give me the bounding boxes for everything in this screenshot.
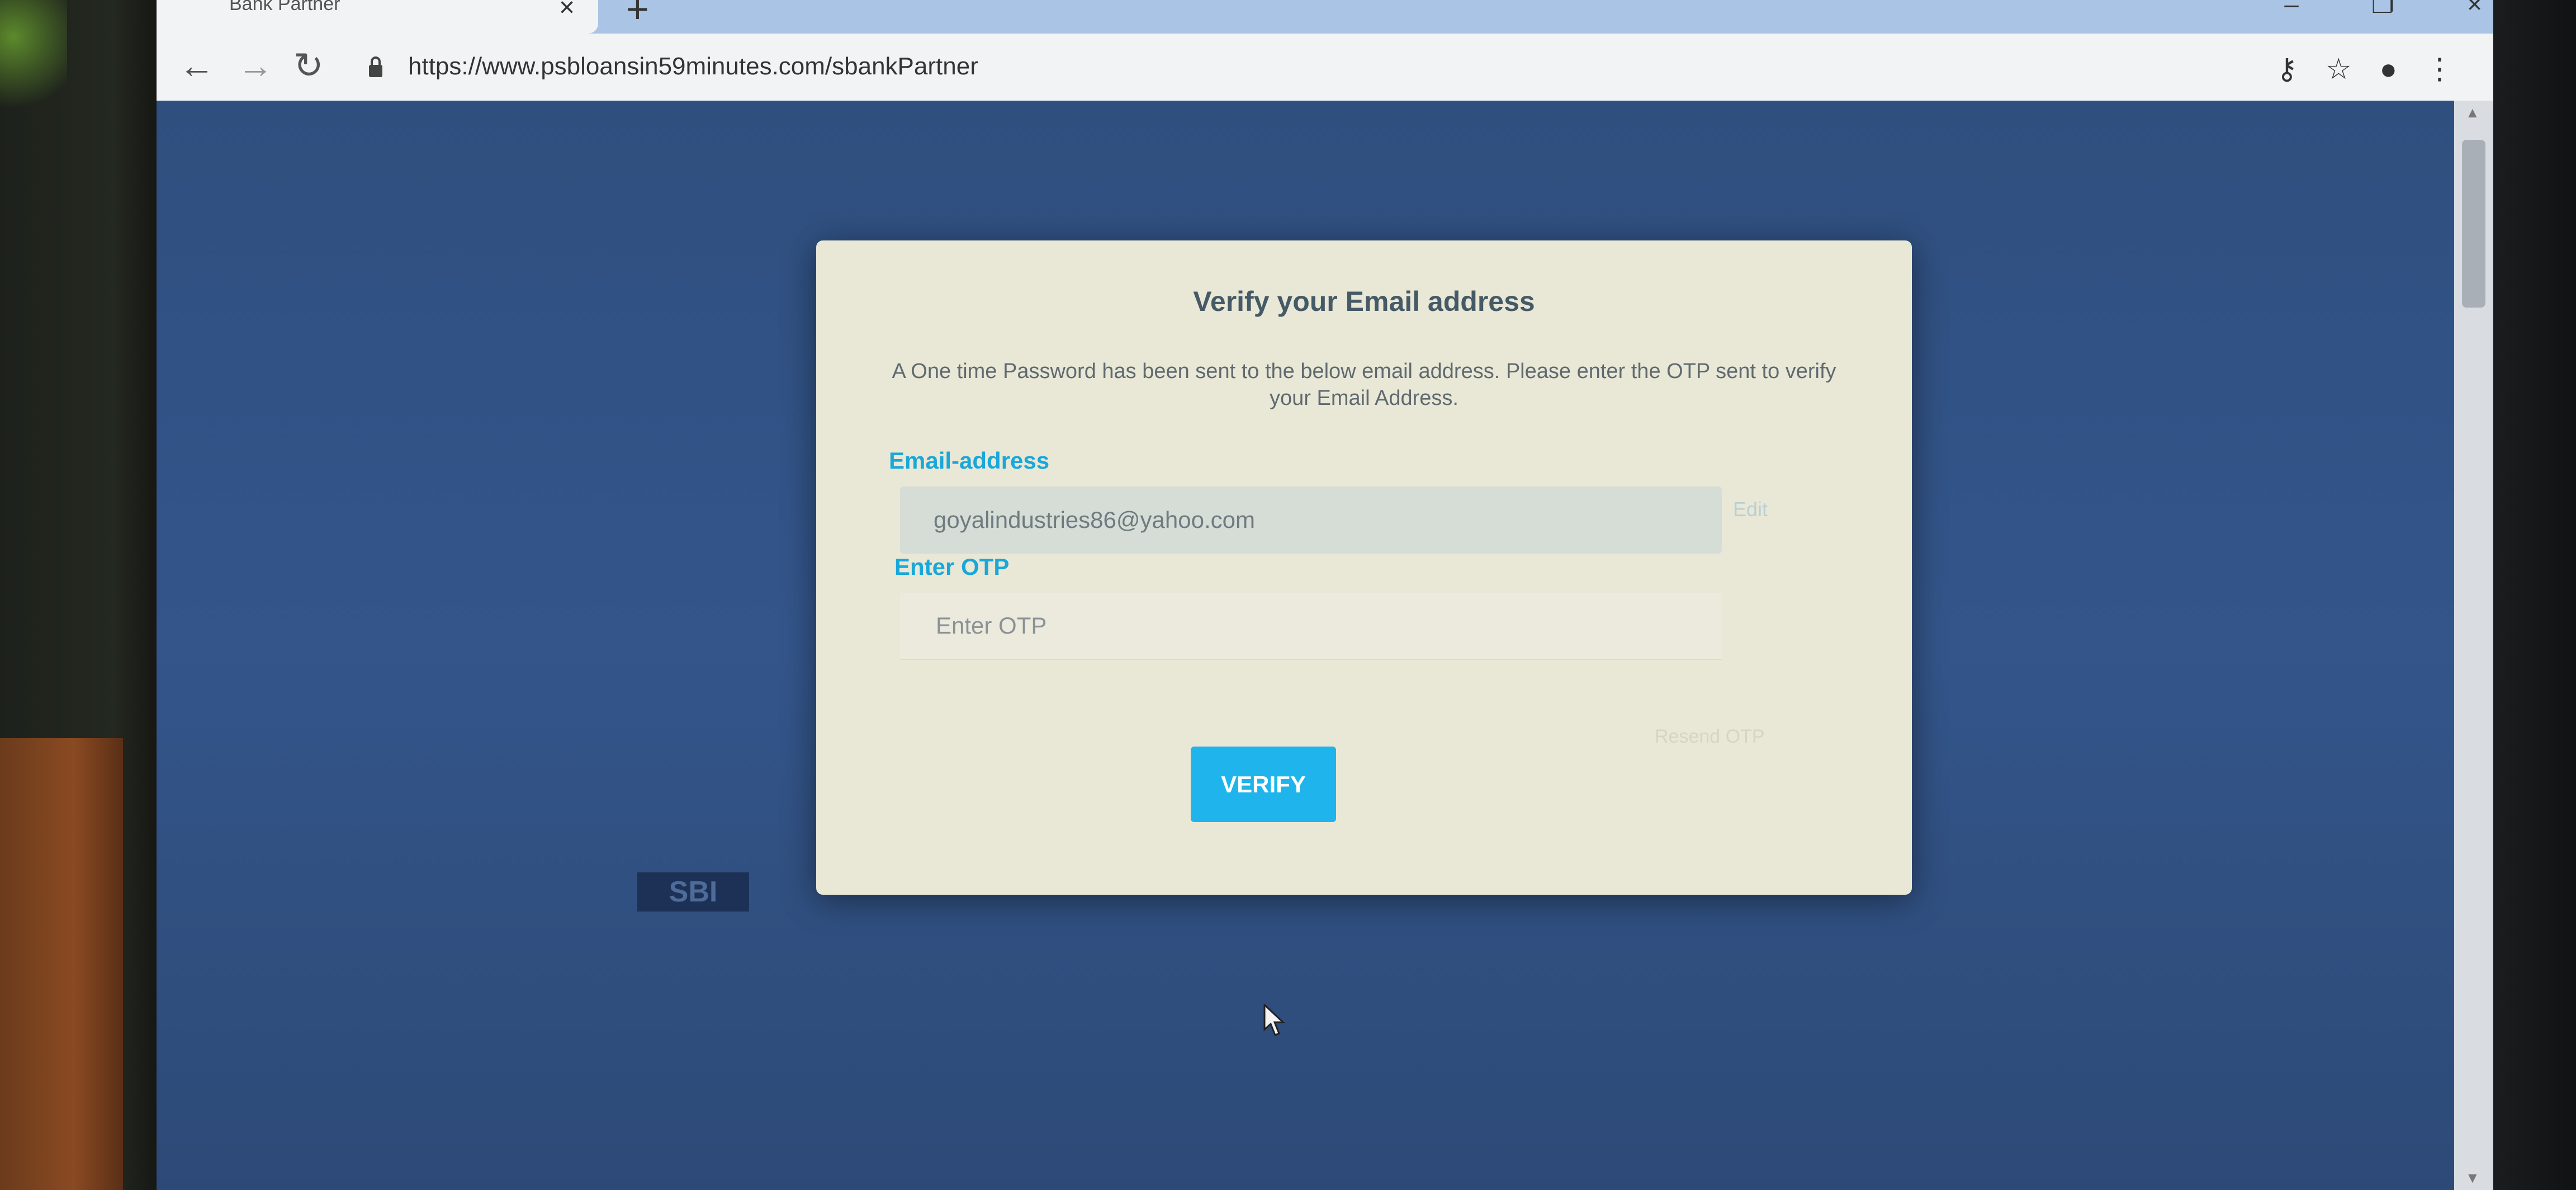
resend-otp-link[interactable]: Resend OTP — [1655, 726, 1765, 748]
verify-button[interactable]: VERIFY — [1191, 747, 1336, 822]
back-arrow-icon[interactable]: ← — [179, 46, 215, 85]
scroll-down-icon[interactable]: ▼ — [2465, 1169, 2480, 1187]
email-field: goyalindustries86@yahoo.com — [900, 487, 1722, 554]
verify-email-modal: Verify your Email address A One time Pas… — [816, 240, 1912, 895]
browser-toolbar: ← → ↻ https://www.psbloansin59minutes.co… — [157, 34, 2493, 102]
browser-tab[interactable]: Bank Partner × — [157, 0, 598, 34]
mouse-cursor-icon — [1263, 1004, 1285, 1036]
address-bar[interactable]: https://www.psbloansin59minutes.com/sban… — [358, 44, 2454, 91]
desk-surface — [0, 738, 123, 1190]
url-text[interactable]: https://www.psbloansin59minutes.com/sban… — [408, 53, 978, 81]
menu-icon[interactable]: ⋮ — [2425, 53, 2454, 86]
tab-strip: Bank Partner × + – ❐ × — [157, 0, 2493, 34]
star-icon[interactable]: ☆ — [2326, 53, 2352, 86]
scroll-thumb[interactable] — [2462, 140, 2485, 308]
lock-icon — [369, 56, 382, 77]
tab-title: Bank Partner — [229, 0, 340, 15]
edit-email-link[interactable]: Edit — [1733, 498, 1768, 521]
forward-arrow-icon[interactable]: → — [238, 46, 273, 85]
email-value: goyalindustries86@yahoo.com — [934, 507, 1255, 533]
background-glow — [0, 0, 67, 123]
modal-title: Verify your Email address — [1193, 286, 1535, 317]
scrollbar[interactable]: ▲ ▼ — [2454, 101, 2493, 1190]
key-icon[interactable]: ⚷ — [2276, 53, 2298, 86]
window-controls: – ❐ × — [2284, 0, 2482, 19]
reload-icon[interactable]: ↻ — [293, 46, 324, 85]
bank-logo-badge: SBI — [637, 872, 749, 912]
browser-screen: Bank Partner × + – ❐ × ← → ↻ https://www… — [157, 0, 2493, 1190]
otp-input[interactable] — [900, 593, 1722, 660]
account-icon[interactable]: ● — [2380, 53, 2397, 86]
email-label: Email-address — [889, 447, 1050, 474]
monitor-bezel-right — [2481, 0, 2576, 1190]
scroll-up-icon[interactable]: ▲ — [2465, 104, 2480, 121]
minimize-icon[interactable]: – — [2284, 0, 2299, 19]
window-close-icon[interactable]: × — [2467, 0, 2482, 19]
modal-description: A One time Password has been sent to the… — [892, 360, 1836, 410]
tab-close-icon[interactable]: × — [559, 0, 575, 23]
restore-icon[interactable]: ❐ — [2371, 0, 2394, 19]
otp-label: Enter OTP — [894, 554, 1010, 580]
omnibox-icons: ⚷ ☆ ● ⋮ — [2276, 53, 2454, 86]
new-tab-icon[interactable]: + — [626, 0, 649, 31]
